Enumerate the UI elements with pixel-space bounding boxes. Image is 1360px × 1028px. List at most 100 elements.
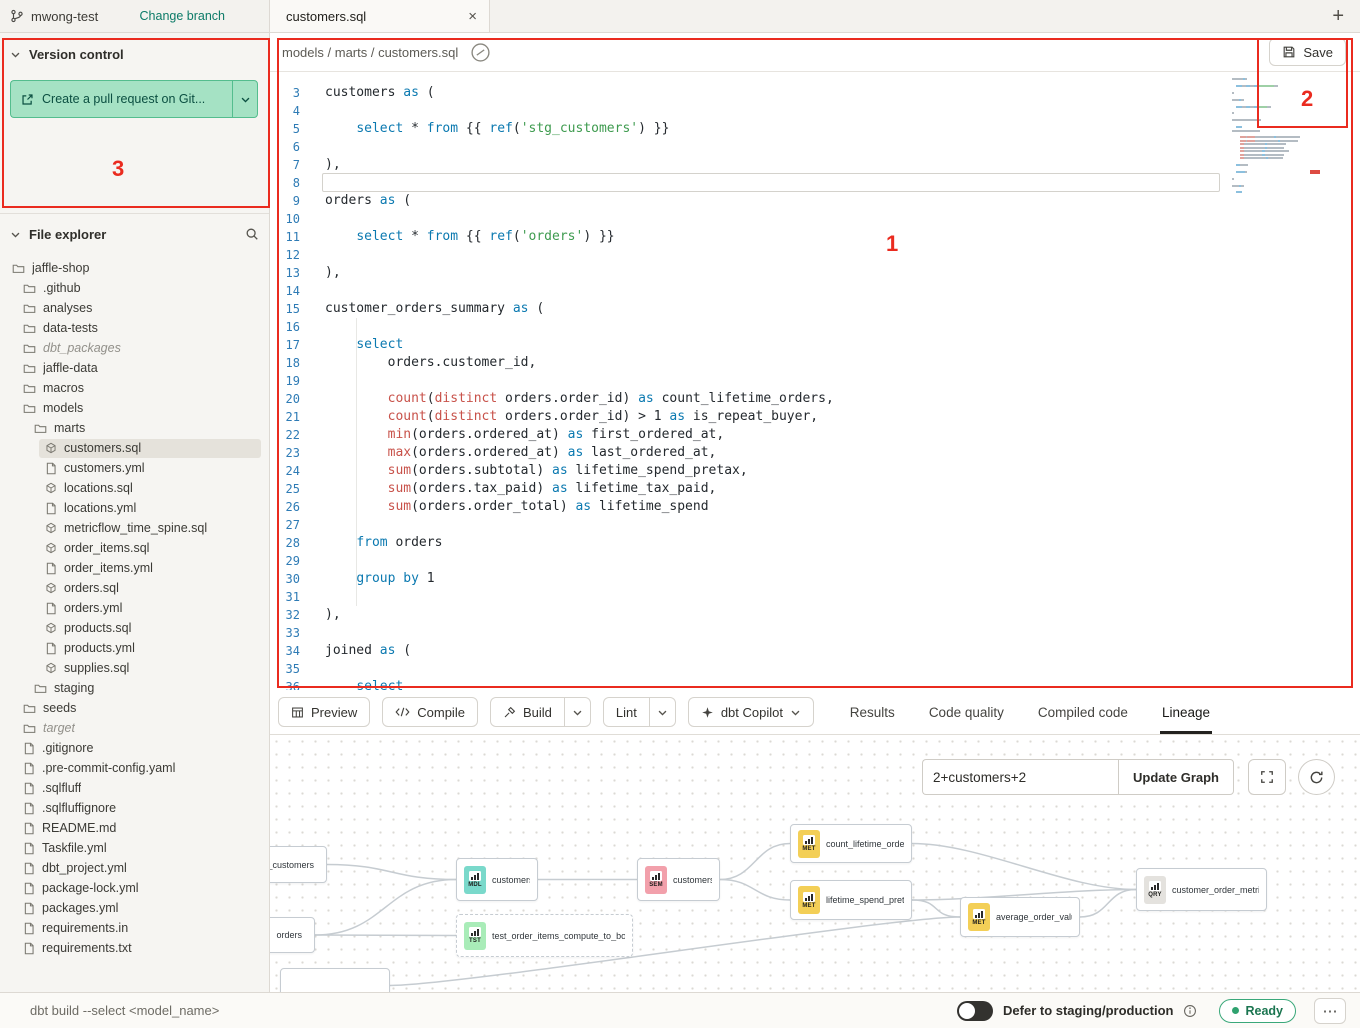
editor-header: models / marts / customers.sql Save xyxy=(270,33,1360,72)
tree-item-label: Taskfile.yml xyxy=(42,841,107,855)
tree-item-inner: jaffle-shop xyxy=(6,259,261,278)
tree-item-customers-yml[interactable]: customers.yml xyxy=(0,458,269,478)
update-graph-button[interactable]: Update Graph xyxy=(1118,759,1234,795)
tree-item-taskfile-yml[interactable]: Taskfile.yml xyxy=(0,838,269,858)
search-icon[interactable] xyxy=(245,227,259,241)
defer-toggle[interactable] xyxy=(957,1001,993,1021)
tree-item-order-items-sql[interactable]: order_items.sql xyxy=(0,538,269,558)
tree-item-analyses[interactable]: analyses xyxy=(0,298,269,318)
lineage-selector-input[interactable] xyxy=(922,759,1118,795)
dbt-copilot-button[interactable]: dbt Copilot xyxy=(688,697,814,727)
new-tab-button[interactable]: + xyxy=(1332,6,1344,26)
tree-item-marts[interactable]: marts xyxy=(0,418,269,438)
lineage-node-customers_model[interactable]: MDLcustomers xyxy=(456,858,538,901)
file-icon xyxy=(23,742,35,755)
minimap-error-marker xyxy=(1310,170,1320,174)
main-area: models / marts / customers.sql Save 3456… xyxy=(270,33,1360,992)
tree-item-packages-yml[interactable]: packages.yml xyxy=(0,898,269,918)
tree-item-orders-sql[interactable]: orders.sql xyxy=(0,578,269,598)
panel-tab-code-quality[interactable]: Code quality xyxy=(929,690,1004,734)
fullscreen-button[interactable] xyxy=(1248,759,1286,795)
code-editor[interactable]: 3456789101112131415161718192021222324252… xyxy=(270,72,1360,690)
version-control-header[interactable]: Version control xyxy=(10,47,259,62)
code-line: ), xyxy=(325,156,834,174)
tree-item-dbt-project-yml[interactable]: dbt_project.yml xyxy=(0,858,269,878)
tree-item-locations-sql[interactable]: locations.sql xyxy=(0,478,269,498)
status-badge[interactable]: Ready xyxy=(1219,999,1296,1023)
tree-item-staging[interactable]: staging xyxy=(0,678,269,698)
tree-item-seeds[interactable]: seeds xyxy=(0,698,269,718)
preview-button[interactable]: Preview xyxy=(278,697,370,727)
create-pr-dropdown-button[interactable] xyxy=(232,80,258,118)
panel-tab-results[interactable]: Results xyxy=(850,690,895,734)
lineage-node-count_lifetime_orders[interactable]: METcount_lifetime_orders xyxy=(790,824,912,863)
tree-item-label: orders.yml xyxy=(64,601,122,615)
tree-item--pre-commit-config-yaml[interactable]: .pre-commit-config.yaml xyxy=(0,758,269,778)
lineage-node-hidden_left[interactable] xyxy=(280,968,390,992)
format-icon[interactable] xyxy=(470,42,491,63)
tree-item-readme-md[interactable]: README.md xyxy=(0,818,269,838)
lint-button[interactable]: Lint xyxy=(604,698,649,726)
lineage-node-lifetime_spend_pretax[interactable]: METlifetime_spend_pretax xyxy=(790,880,912,920)
lineage-node-customers_semantic[interactable]: SEMcustomers xyxy=(637,858,720,901)
tree-item-order-items-yml[interactable]: order_items.yml xyxy=(0,558,269,578)
tree-item-products-yml[interactable]: products.yml xyxy=(0,638,269,658)
panel-tabs: Results Code quality Compiled code Lineage xyxy=(850,690,1210,734)
tree-item-products-sql[interactable]: products.sql xyxy=(0,618,269,638)
panel-tab-compiled-code[interactable]: Compiled code xyxy=(1038,690,1128,734)
tree-item-jaffle-shop[interactable]: jaffle-shop xyxy=(0,258,269,278)
tab-customers-sql[interactable]: customers.sql × xyxy=(270,0,490,32)
code-line: count(distinct orders.order_id) > 1 as i… xyxy=(325,408,834,426)
lineage-node-orders[interactable]: orders xyxy=(270,917,315,953)
lineage-node-test_order_items[interactable]: TSTtest_order_items_compute_to_bools... xyxy=(456,914,633,957)
compile-button[interactable]: Compile xyxy=(382,697,478,727)
tree-item-orders-yml[interactable]: orders.yml xyxy=(0,598,269,618)
lineage-node-average_order_value[interactable]: METaverage_order_value xyxy=(960,897,1080,937)
tree-item-customers-sql[interactable]: customers.sql xyxy=(0,438,269,458)
tree-item-dbt-packages[interactable]: dbt_packages xyxy=(0,338,269,358)
tree-item-macros[interactable]: macros xyxy=(0,378,269,398)
tree-item-package-lock-yml[interactable]: package-lock.yml xyxy=(0,878,269,898)
tree-item-requirements-txt[interactable]: requirements.txt xyxy=(0,938,269,958)
close-tab-icon[interactable]: × xyxy=(468,9,477,24)
tree-item--github[interactable]: .github xyxy=(0,278,269,298)
change-branch-link[interactable]: Change branch xyxy=(140,9,225,23)
build-dropdown-button[interactable] xyxy=(564,698,590,726)
badge-label: MET xyxy=(972,920,985,926)
tree-item--gitignore[interactable]: .gitignore xyxy=(0,738,269,758)
build-button[interactable]: Build xyxy=(491,698,564,726)
tree-item--sqlfluffignore[interactable]: .sqlfluffignore xyxy=(0,798,269,818)
tree-item-supplies-sql[interactable]: supplies.sql xyxy=(0,658,269,678)
tree-item-data-tests[interactable]: data-tests xyxy=(0,318,269,338)
save-button[interactable]: Save xyxy=(1269,38,1346,66)
minimap[interactable] xyxy=(1232,78,1322,195)
tree-item--sqlfluff[interactable]: .sqlfluff xyxy=(0,778,269,798)
file-explorer-header[interactable]: File explorer xyxy=(0,222,269,246)
lineage-node-customer_order_metrics[interactable]: QRYcustomer_order_metrics xyxy=(1136,868,1267,911)
editor-code[interactable]: customers as ( select * from {{ ref('stg… xyxy=(325,84,834,690)
tree-item-requirements-in[interactable]: requirements.in xyxy=(0,918,269,938)
lineage-panel[interactable]: stg_customersorders MDLcustomers TSTtest_o… xyxy=(270,735,1360,992)
minimap-line xyxy=(1232,181,1322,183)
tree-item-label: package-lock.yml xyxy=(42,881,139,895)
tree-item-jaffle-data[interactable]: jaffle-data xyxy=(0,358,269,378)
lineage-node-stg_customers[interactable]: stg_customers xyxy=(270,846,327,883)
info-icon[interactable] xyxy=(1183,1004,1197,1018)
toggle-knob xyxy=(959,1003,975,1019)
tree-item-models[interactable]: models xyxy=(0,398,269,418)
tree-item-locations-yml[interactable]: locations.yml xyxy=(0,498,269,518)
more-menu-button[interactable]: ⋯ xyxy=(1314,998,1346,1024)
tree-item-label: customers.sql xyxy=(64,441,141,455)
tree-item-label: .gitignore xyxy=(42,741,93,755)
line-number: 22 xyxy=(270,426,300,444)
panel-tab-lineage[interactable]: Lineage xyxy=(1162,690,1210,734)
line-number: 31 xyxy=(270,588,300,606)
tree-item-target[interactable]: target xyxy=(0,718,269,738)
tree-item-metricflow-time-spine-sql[interactable]: metricflow_time_spine.sql xyxy=(0,518,269,538)
refresh-graph-button[interactable] xyxy=(1298,759,1335,795)
chevron-down-icon xyxy=(657,707,668,718)
lineage-node-label: count_lifetime_orders xyxy=(826,839,904,849)
lint-dropdown-button[interactable] xyxy=(649,698,675,726)
badge-label: SEM xyxy=(649,882,663,888)
create-pr-button[interactable]: Create a pull request on Git... xyxy=(10,80,232,118)
